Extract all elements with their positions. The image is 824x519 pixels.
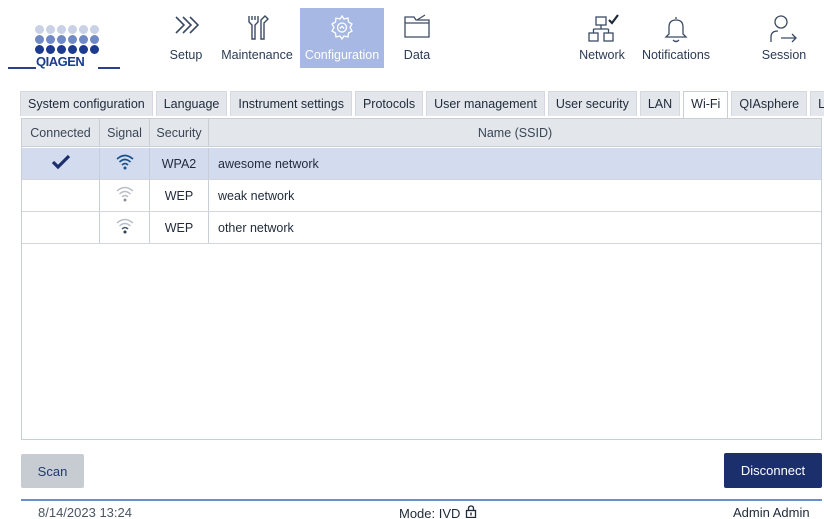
tab-lims[interactable]: LIMS bbox=[810, 91, 824, 116]
wifi-medium-icon bbox=[116, 218, 134, 237]
user-logout-icon bbox=[769, 14, 799, 49]
wifi-weak-icon bbox=[116, 186, 134, 205]
nav-network[interactable]: Network bbox=[574, 8, 630, 68]
nav-data[interactable]: Data bbox=[392, 8, 442, 68]
gear-icon bbox=[328, 14, 356, 47]
connected-cell bbox=[22, 180, 100, 211]
status-divider bbox=[21, 499, 822, 501]
logo-dots bbox=[35, 25, 101, 57]
lock-icon bbox=[465, 505, 477, 519]
tab-user-management[interactable]: User management bbox=[426, 91, 545, 116]
table-row[interactable]: WEP other network bbox=[22, 212, 821, 244]
header-bar: QIAGEN Setup Maintenance Configuration D… bbox=[0, 0, 824, 72]
signal-cell bbox=[100, 148, 150, 179]
connected-cell bbox=[22, 148, 100, 179]
tab-system-configuration[interactable]: System configuration bbox=[20, 91, 153, 116]
nav-setup-label: Setup bbox=[169, 48, 203, 62]
header-security[interactable]: Security bbox=[150, 119, 209, 146]
table-row[interactable]: WPA2 awesome network bbox=[22, 148, 821, 180]
status-datetime: 8/14/2023 13:24 bbox=[38, 505, 132, 519]
security-cell: WEP bbox=[150, 180, 209, 211]
wifi-strong-icon bbox=[115, 154, 134, 173]
qiagen-logo: QIAGEN bbox=[8, 8, 120, 72]
tab-wifi[interactable]: Wi-Fi bbox=[683, 91, 729, 118]
security-cell: WEP bbox=[150, 212, 209, 243]
tab-qiasphere[interactable]: QIAsphere bbox=[731, 91, 808, 116]
nav-network-label: Network bbox=[579, 48, 625, 62]
header-connected[interactable]: Connected bbox=[22, 119, 100, 146]
status-user: Admin Admin bbox=[733, 505, 810, 519]
connected-cell bbox=[22, 212, 100, 243]
wifi-network-table: Connected Signal Security Name (SSID) WP… bbox=[21, 118, 822, 440]
ssid-cell: weak network bbox=[218, 188, 295, 203]
nav-session-label: Session bbox=[761, 48, 807, 62]
tools-icon bbox=[243, 14, 271, 47]
security-cell: WPA2 bbox=[150, 148, 209, 179]
folder-icon bbox=[403, 14, 431, 45]
ssid-cell: other network bbox=[218, 220, 294, 235]
nav-maintenance[interactable]: Maintenance bbox=[217, 8, 297, 68]
config-tabs: System configuration Language Instrument… bbox=[20, 91, 824, 118]
header-signal[interactable]: Signal bbox=[100, 119, 150, 146]
tab-language[interactable]: Language bbox=[155, 91, 228, 116]
signal-cell bbox=[100, 212, 150, 243]
checkmark-icon bbox=[51, 154, 71, 173]
table-row[interactable]: WEP weak network bbox=[22, 180, 821, 212]
nav-configuration[interactable]: Configuration bbox=[300, 8, 384, 68]
tab-user-security[interactable]: User security bbox=[547, 91, 637, 116]
logo-underline-left bbox=[8, 67, 36, 69]
nav-data-label: Data bbox=[403, 48, 431, 62]
ssid-cell: awesome network bbox=[218, 156, 319, 171]
status-mode-text: Mode: IVD bbox=[399, 505, 461, 519]
nav-setup[interactable]: Setup bbox=[158, 8, 214, 68]
network-icon bbox=[585, 14, 619, 49]
tab-instrument-settings[interactable]: Instrument settings bbox=[230, 91, 352, 116]
nav-notifications-label: Notifications bbox=[641, 48, 711, 62]
nav-configuration-label: Configuration bbox=[304, 48, 380, 62]
status-mode: Mode: IVD bbox=[399, 505, 477, 519]
nav-session[interactable]: Session bbox=[756, 8, 812, 68]
nav-maintenance-label: Maintenance bbox=[221, 48, 293, 62]
tab-lan[interactable]: LAN bbox=[639, 91, 681, 116]
disconnect-button[interactable]: Disconnect bbox=[724, 453, 822, 488]
logo-wordmark: QIAGEN bbox=[36, 54, 85, 69]
scan-button[interactable]: Scan bbox=[21, 454, 84, 488]
signal-cell bbox=[100, 180, 150, 211]
tab-protocols[interactable]: Protocols bbox=[354, 91, 424, 116]
chevrons-right-icon bbox=[173, 14, 200, 41]
bell-icon bbox=[663, 14, 689, 49]
table-header: Connected Signal Security Name (SSID) bbox=[22, 119, 821, 147]
logo-underline-right bbox=[98, 67, 120, 69]
header-name[interactable]: Name (SSID) bbox=[209, 119, 821, 146]
nav-notifications[interactable]: Notifications bbox=[636, 8, 716, 68]
